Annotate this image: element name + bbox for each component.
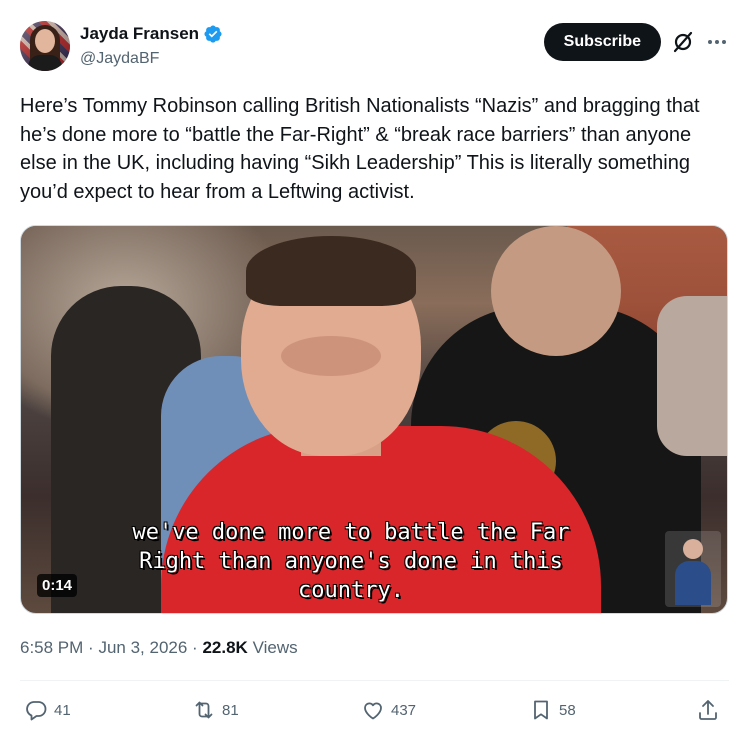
sign-language-interpreter	[665, 531, 721, 607]
repost-button[interactable]: 81	[192, 698, 239, 722]
tweet-time[interactable]: 6:58 PM	[20, 638, 83, 657]
reply-button[interactable]: 41	[24, 698, 71, 722]
handle[interactable]: @JaydaBF	[80, 48, 223, 70]
views-count: 22.8K	[202, 638, 248, 657]
reply-icon	[26, 701, 47, 721]
video-player[interactable]: we've done more to battle the Far Right …	[20, 225, 728, 614]
subtitle-line: we've done more to battle the Far	[132, 520, 570, 545]
heart-icon	[364, 702, 382, 720]
like-button[interactable]: 437	[361, 698, 416, 722]
tweet-text: Here’s Tommy Robinson calling British Na…	[20, 95, 700, 203]
subtitle-line: Right than anyone's done in this	[139, 549, 563, 574]
video-subtitle: we've done more to battle the Far Right …	[91, 518, 611, 605]
video-duration-badge: 0:14	[37, 574, 78, 597]
views-label: Views	[252, 638, 298, 657]
display-name-row[interactable]: Jayda Fransen	[80, 23, 223, 45]
author-names: Jayda Fransen @JaydaBF	[80, 23, 223, 70]
subtitle-line: country.	[298, 578, 404, 603]
verified-badge-icon[interactable]	[203, 24, 223, 44]
bookmark-button[interactable]: 58	[529, 698, 576, 722]
subscribe-button[interactable]: Subscribe	[543, 23, 661, 61]
avatar[interactable]	[20, 21, 70, 71]
divider	[20, 680, 729, 681]
share-button[interactable]	[696, 698, 720, 722]
tweet-meta: 6:58 PM · Jun 3, 2026 · 22.8K Views	[20, 637, 298, 659]
repost-icon	[195, 701, 213, 719]
meta-separator: ·	[192, 638, 198, 657]
meta-separator: ·	[88, 638, 94, 657]
bookmark-count: 58	[559, 701, 576, 719]
display-name[interactable]: Jayda Fransen	[80, 23, 199, 45]
more-icon[interactable]	[705, 30, 729, 54]
action-bar: 41 81 437 58	[20, 698, 729, 726]
grok-icon[interactable]	[671, 30, 695, 54]
like-count: 437	[391, 701, 417, 719]
tweet-header: Jayda Fransen @JaydaBF Subscribe	[20, 20, 729, 72]
share-icon	[699, 700, 717, 720]
repost-count: 81	[222, 701, 239, 719]
reply-count: 41	[54, 701, 71, 719]
bookmark-icon	[534, 700, 548, 720]
tweet-date[interactable]: Jun 3, 2026	[98, 638, 187, 657]
